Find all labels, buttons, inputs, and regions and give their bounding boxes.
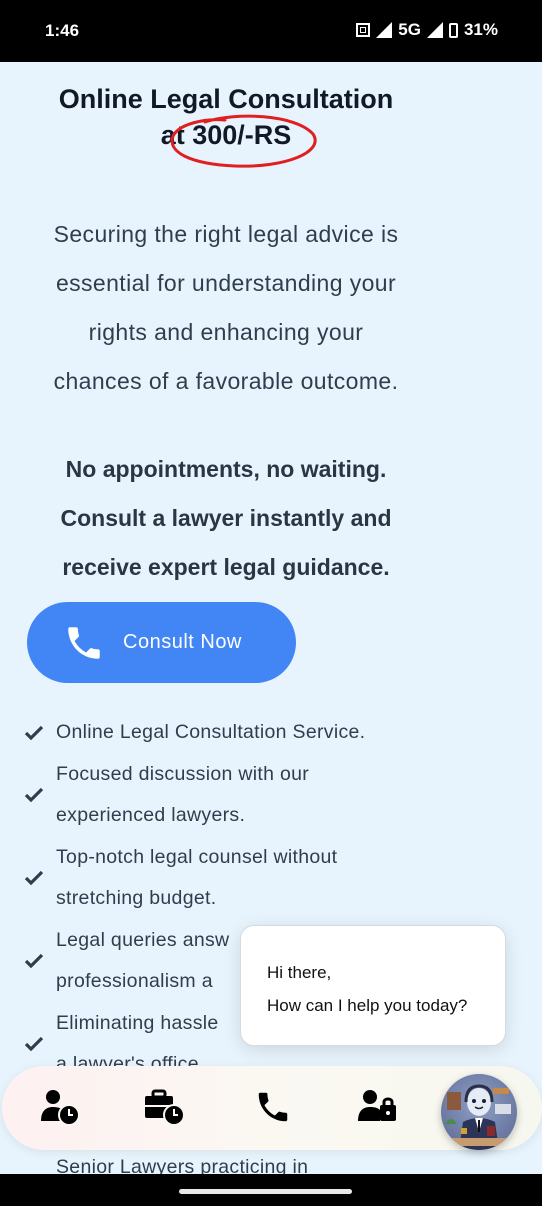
intro-paragraph: Securing the right legal advice is essen… [0, 210, 452, 406]
highlight-line: No appointments, no waiting. [65, 456, 387, 482]
nav-appointment-button[interactable] [39, 1088, 81, 1126]
lawyer-assistant-avatar [445, 1084, 511, 1150]
assistant-avatar-button[interactable] [441, 1074, 517, 1150]
status-icons: 5G 31% [356, 20, 498, 40]
user-lock-icon [358, 1090, 396, 1121]
intro-line: chances of a favorable outcome. [53, 368, 399, 394]
page-content: Online Legal Consultation at 300/-RS Sec… [0, 62, 542, 1174]
phone-icon [258, 1092, 288, 1122]
consult-now-label: Consult Now [123, 631, 242, 653]
partial-feature-text: Senior Lawyers practicing in [56, 1156, 309, 1174]
feature-text: experienced lawyers. [56, 804, 246, 826]
signal-weak-icon [376, 22, 393, 38]
briefcase-clock-icon [145, 1089, 185, 1126]
battery-icon [448, 22, 458, 38]
feature-item: Focused discussion with our experienced … [24, 754, 444, 837]
chat-greeting-line: How can I help you today? [267, 996, 468, 1015]
home-gesture-handle[interactable] [179, 1189, 352, 1194]
battery-percent: 31% [463, 20, 498, 39]
highlight-paragraph: No appointments, no waiting. Consult a l… [0, 445, 452, 592]
status-time: 1:46 [45, 21, 80, 40]
intro-line: Securing the right legal advice is [53, 221, 399, 247]
chat-greeting-line: Hi there, [267, 963, 332, 982]
nav-cases-button[interactable] [143, 1088, 185, 1126]
feature-text: Online Legal Consultation Service. [56, 721, 366, 743]
nav-call-button[interactable] [252, 1088, 294, 1126]
signal-icon [426, 22, 443, 38]
system-nav-bar [0, 1174, 542, 1206]
feature-text: Focused discussion with our [56, 762, 310, 785]
check-icon [24, 870, 44, 886]
network-type: 5G [398, 20, 421, 39]
phone-icon [68, 626, 100, 659]
consult-now-button[interactable]: Consult Now [27, 602, 296, 683]
intro-line: essential for understanding your [55, 270, 397, 296]
check-icon [24, 787, 44, 803]
user-clock-icon [41, 1090, 80, 1126]
highlight-line: receive expert legal guidance. [62, 554, 390, 580]
bottom-nav [2, 1066, 542, 1150]
intro-line: rights and enhancing your [88, 319, 364, 345]
check-icon [24, 953, 44, 969]
feature-text: Top-notch legal counsel without [56, 845, 338, 868]
status-bar: 1:46 5G 31% [0, 0, 542, 62]
highlight-line: Consult a lawyer instantly and [60, 505, 392, 531]
feature-item: Online Legal Consultation Service. [24, 712, 444, 754]
nav-account-button[interactable] [356, 1088, 398, 1126]
feature-text: stretching budget. [56, 887, 217, 909]
nfc-icon [356, 23, 371, 37]
feature-item: Top-notch legal counsel without stretchi… [24, 837, 444, 920]
check-icon [24, 725, 44, 741]
price-highlight-circle [170, 114, 317, 168]
check-icon [24, 1036, 44, 1052]
chat-greeting-bubble[interactable]: Hi there, How can I help you today? [240, 925, 506, 1046]
